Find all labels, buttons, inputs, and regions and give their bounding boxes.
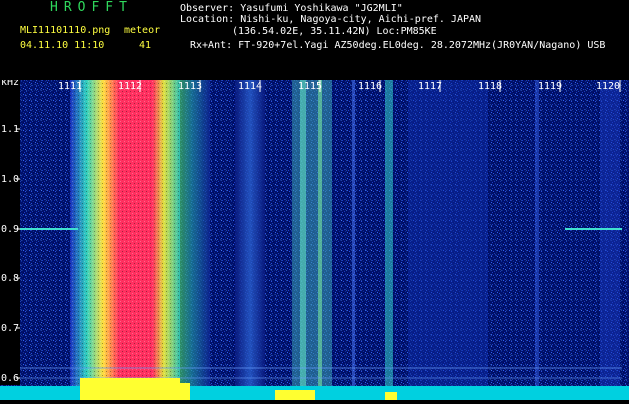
streak-line-2 bbox=[318, 80, 322, 400]
spectrogram: kHz 1.1 1.0 0.9 0.8 0.7 0.6 1111 1112 11… bbox=[0, 77, 629, 400]
x-tick-label: 1115 bbox=[298, 81, 322, 92]
streak-band-2 bbox=[292, 80, 332, 400]
x-tick-label: 1116 bbox=[358, 81, 382, 92]
streak-line-1 bbox=[300, 80, 306, 400]
app-logo: HROFFT bbox=[50, 0, 133, 15]
x-tick-label: 1112 bbox=[118, 81, 142, 92]
echo-tail bbox=[180, 80, 210, 400]
x-tick-label: 1117 bbox=[418, 81, 442, 92]
receiver-antenna-info: Rx+Ant: FT-920+7el.Yagi AZ50deg.EL0deg. … bbox=[190, 40, 606, 51]
x-tick-label: 1113 bbox=[178, 81, 202, 92]
streak-band-1 bbox=[235, 80, 265, 400]
meteor-echo-texture bbox=[70, 80, 180, 400]
observation-mode: meteor bbox=[124, 25, 161, 36]
streak-line-4 bbox=[352, 80, 355, 400]
streak-line-5 bbox=[535, 80, 539, 400]
streak-line-3 bbox=[385, 80, 393, 400]
x-tick-label: 1119 bbox=[538, 81, 562, 92]
date-time: 04.11.10 11:10 bbox=[20, 40, 105, 51]
y-axis-unit: kHz bbox=[1, 80, 19, 88]
location-info: Location: Nishi-ku, Nagoya-city, Aichi-p… bbox=[180, 14, 482, 25]
streak-band-3 bbox=[408, 80, 488, 400]
signal-level-peak-tail bbox=[160, 383, 190, 400]
meteor-count: 41 bbox=[139, 40, 152, 51]
spectrogram-panel: kHz 1.1 1.0 0.9 0.8 0.7 0.6 1111 1112 11… bbox=[0, 77, 629, 400]
header: HROFFT MLI11101110.png meteor 04.11.10 1… bbox=[0, 0, 629, 80]
image-filename: MLI11101110.png bbox=[20, 25, 111, 36]
streak-band-4 bbox=[600, 80, 620, 400]
signal-level-bump-1 bbox=[275, 390, 315, 400]
x-tick-label: 1120 bbox=[596, 81, 620, 92]
coordinates-info: (136.54.02E, 35.11.42N) Loc:PM85KE bbox=[232, 26, 437, 37]
signal-level-bump-2 bbox=[385, 392, 397, 400]
x-tick-label: 1118 bbox=[478, 81, 502, 92]
x-tick-label: 1114 bbox=[238, 81, 262, 92]
x-tick-label: 1111 bbox=[58, 81, 82, 92]
